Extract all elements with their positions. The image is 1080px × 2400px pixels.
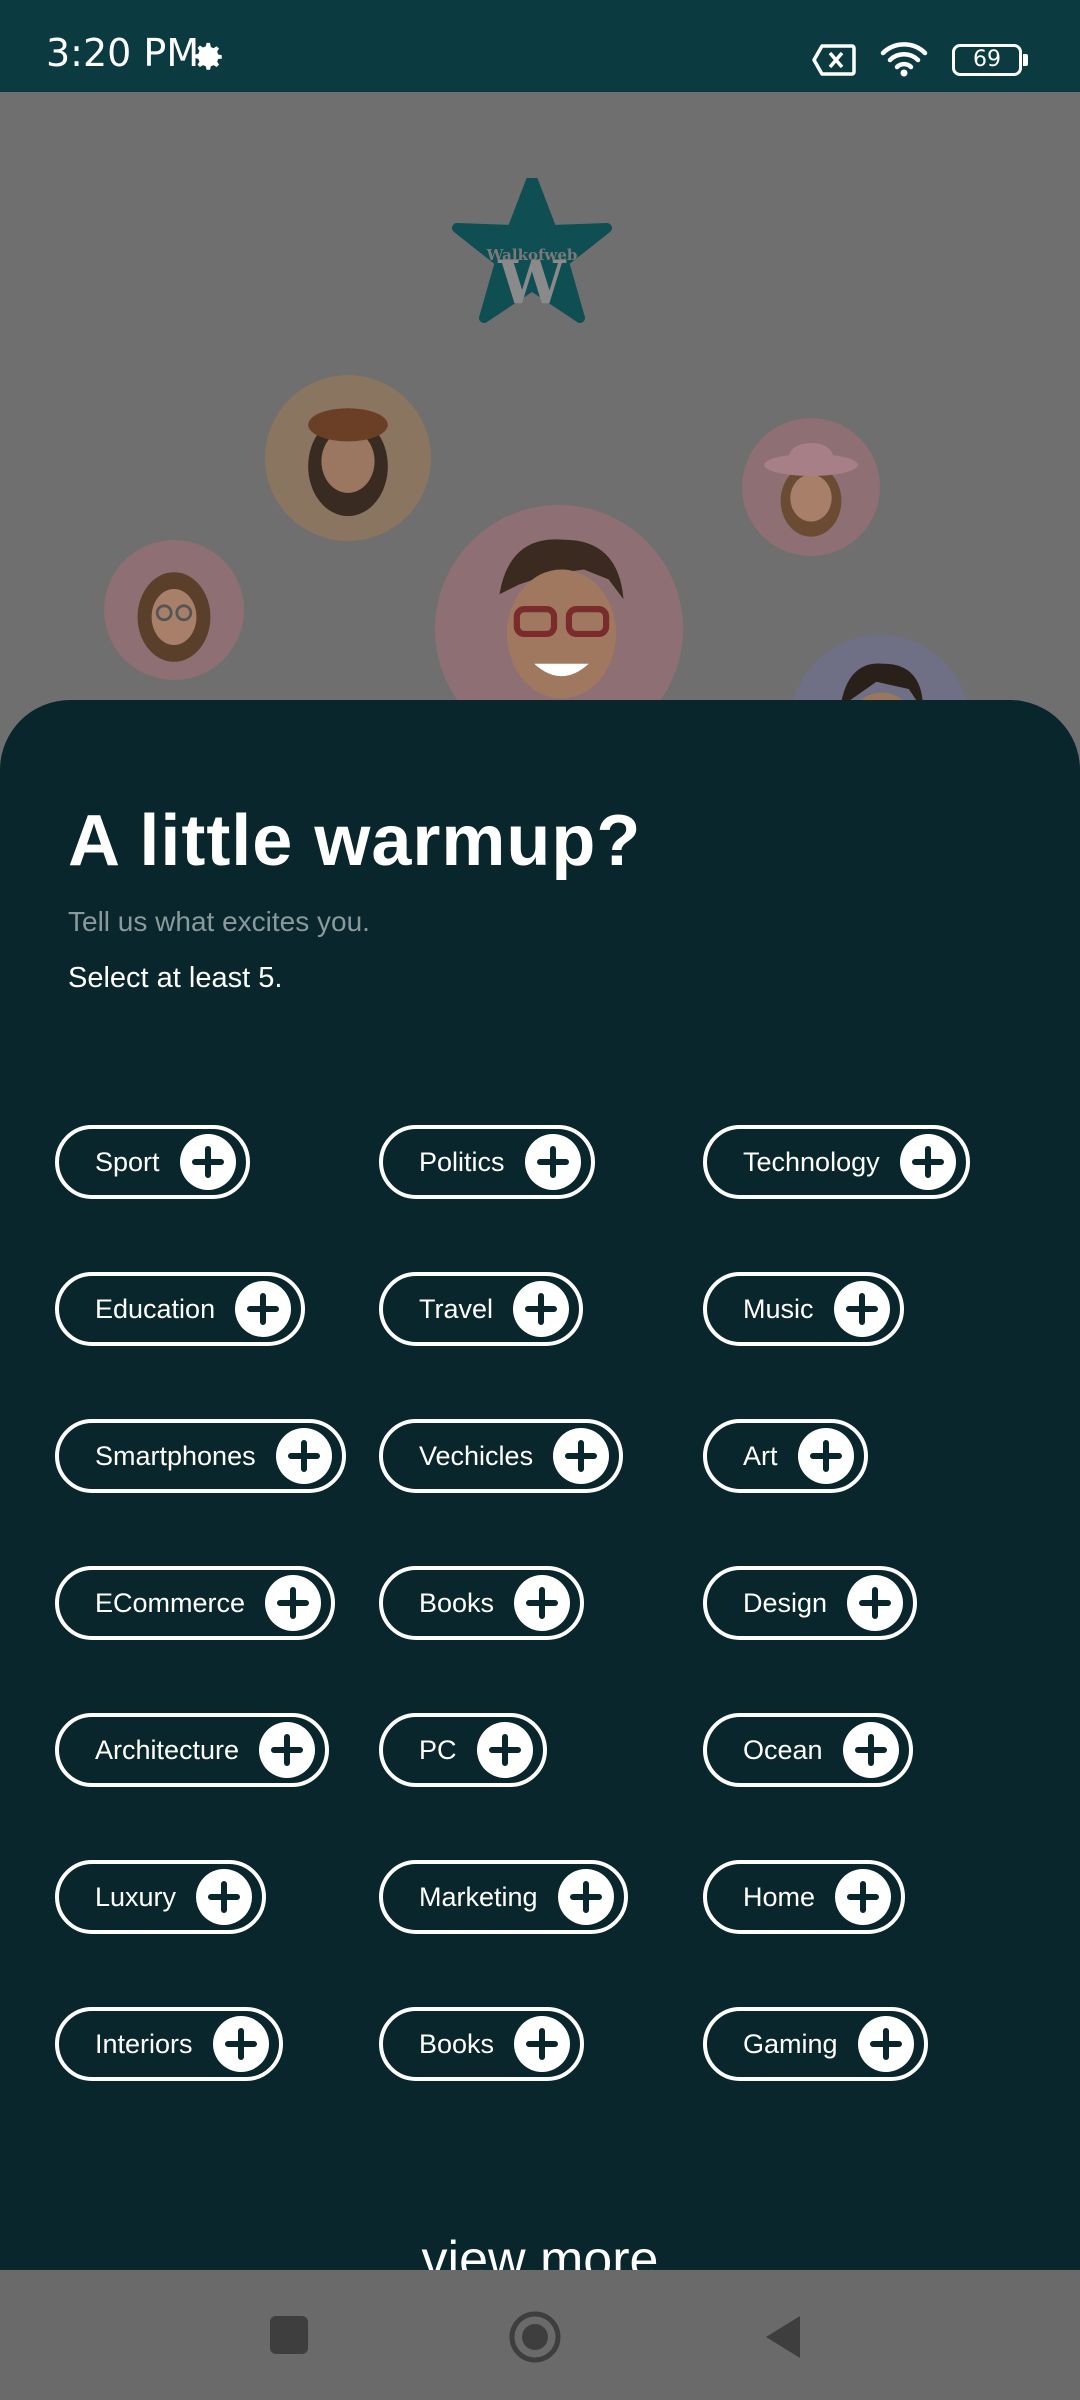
interest-chip[interactable]: Design — [703, 1566, 918, 1640]
interest-chip[interactable]: Sport — [55, 1125, 250, 1199]
interest-chip-label: Gaming — [743, 2028, 838, 2059]
interest-chip[interactable]: Vechicles — [379, 1419, 624, 1493]
interest-chip[interactable]: Interiors — [55, 2007, 283, 2081]
interest-chip-label: Art — [743, 1440, 778, 1471]
interest-chip[interactable]: Luxury — [55, 1860, 267, 1934]
interest-chip[interactable]: Home — [703, 1860, 906, 1934]
plus-icon[interactable] — [553, 1428, 610, 1484]
plus-icon[interactable] — [196, 1869, 253, 1925]
plus-icon[interactable] — [842, 1722, 899, 1778]
home-icon[interactable] — [508, 2310, 562, 2364]
memoji-avatar-icon — [308, 408, 388, 517]
interest-chip-label: Travel — [419, 1293, 494, 1324]
interest-chip-label: Design — [743, 1587, 828, 1618]
plus-icon[interactable] — [514, 2016, 571, 2072]
interest-chip[interactable]: Education — [55, 1272, 306, 1346]
interest-chip[interactable]: Gaming — [703, 2007, 928, 2081]
interest-chip-label: Technology — [743, 1146, 880, 1177]
interest-chip-label: Marketing — [419, 1881, 538, 1912]
page-title: A little warmup? — [68, 801, 642, 881]
plus-icon[interactable] — [513, 1281, 570, 1337]
interest-chip-label: Luxury — [95, 1881, 177, 1912]
interest-chip[interactable]: ECommerce — [55, 1566, 336, 1640]
plus-icon[interactable] — [899, 1134, 956, 1190]
status-time: 3:20 PM — [46, 31, 200, 75]
interest-chip-label: Vechicles — [419, 1440, 534, 1471]
interest-chip-label: Smartphones — [95, 1440, 256, 1471]
plus-icon[interactable] — [275, 1428, 332, 1484]
interest-chip[interactable]: Smartphones — [55, 1419, 346, 1493]
plus-icon[interactable] — [847, 1575, 904, 1631]
interest-chip[interactable]: Marketing — [379, 1860, 628, 1934]
plus-icon[interactable] — [179, 1134, 236, 1190]
plus-icon[interactable] — [235, 1281, 292, 1337]
interest-chip[interactable]: Technology — [703, 1125, 970, 1199]
interest-chip-label: Politics — [419, 1146, 505, 1177]
plus-icon[interactable] — [524, 1134, 581, 1190]
selection-instruction: Select at least 5. — [68, 962, 283, 994]
interest-selection-sheet: A little warmup? Tell us what excites yo… — [0, 700, 1080, 2270]
avatar-bubble — [104, 540, 244, 680]
interest-chip[interactable]: Books — [379, 2007, 585, 2081]
interest-chip-label: Music — [743, 1293, 814, 1324]
memoji-avatar-icon — [137, 572, 211, 662]
interest-chip[interactable]: Art — [703, 1419, 868, 1493]
interest-chip-label: Ocean — [743, 1734, 823, 1765]
system-nav-bar — [0, 2270, 1080, 2400]
interest-chip[interactable]: Politics — [379, 1125, 595, 1199]
interest-chip-label: Home — [743, 1881, 816, 1912]
page-subtitle: Tell us what excites you. — [68, 906, 370, 937]
interest-chip-label: ECommerce — [95, 1587, 246, 1618]
plus-icon[interactable] — [476, 1722, 533, 1778]
interest-chip-label: Architecture — [95, 1734, 240, 1765]
status-bar: 3:20 PM 69 — [0, 0, 1080, 92]
plus-icon[interactable] — [212, 2016, 269, 2072]
plus-icon[interactable] — [833, 1281, 890, 1337]
plus-icon[interactable] — [835, 1869, 892, 1925]
interest-chip-label: Books — [419, 2028, 495, 2059]
plus-icon[interactable] — [259, 1722, 316, 1778]
interest-chip[interactable]: Ocean — [703, 1713, 913, 1787]
plus-icon[interactable] — [514, 1575, 571, 1631]
interest-chip[interactable]: Travel — [379, 1272, 584, 1346]
interest-chip-label: Books — [419, 1587, 495, 1618]
interest-chip-label: PC — [419, 1734, 457, 1765]
plus-icon[interactable] — [797, 1428, 854, 1484]
back-icon[interactable] — [762, 2314, 804, 2360]
battery-level: 69 — [973, 47, 1001, 72]
avatar-bubble — [265, 375, 431, 541]
plus-icon[interactable] — [265, 1575, 322, 1631]
interest-chip-label: Education — [95, 1293, 216, 1324]
plus-icon[interactable] — [557, 1869, 614, 1925]
recents-icon[interactable] — [268, 2314, 310, 2356]
sim-off-icon — [812, 44, 856, 76]
battery-indicator: 69 — [952, 44, 1028, 76]
interest-chip[interactable]: Music — [703, 1272, 904, 1346]
interest-chip-label: Sport — [95, 1146, 160, 1177]
view-more-button[interactable]: view more — [0, 2230, 1080, 2270]
interest-chip[interactable]: PC — [379, 1713, 547, 1787]
wifi-icon — [880, 42, 928, 77]
plus-icon[interactable] — [857, 2016, 914, 2072]
gear-icon — [194, 42, 222, 70]
memoji-avatar-icon — [764, 442, 858, 537]
interest-chip-label: Interiors — [95, 2028, 193, 2059]
interest-chip[interactable]: Architecture — [55, 1713, 330, 1787]
interest-chip[interactable]: Books — [379, 1566, 585, 1640]
logo-wordmark: Walkofweb — [486, 246, 578, 264]
avatar-bubble — [742, 418, 880, 556]
